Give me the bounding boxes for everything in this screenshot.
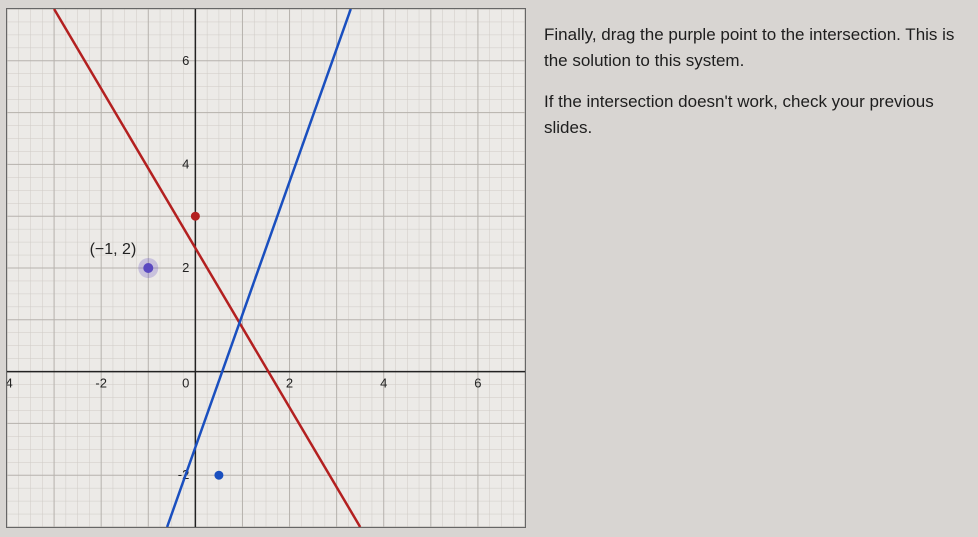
instruction-line-2: If the intersection doesn't work, check …	[544, 89, 964, 140]
purple-point-label: (−1, 2)	[90, 241, 137, 258]
x-tick-label: 2	[286, 376, 293, 391]
x-tick-label: 6	[474, 376, 481, 391]
x-tick-label: 4	[380, 376, 387, 391]
y-tick-label: 6	[182, 53, 189, 68]
x-tick-label: 0	[182, 376, 189, 391]
blue-line-marker	[214, 471, 223, 480]
y-tick-label: 2	[182, 260, 189, 275]
coordinate-graph[interactable]: -4-20246-2246(−1, 2)	[6, 8, 526, 528]
instruction-panel: Finally, drag the purple point to the in…	[526, 0, 978, 537]
x-tick-label: -2	[95, 376, 107, 391]
x-tick-label: -4	[7, 376, 13, 391]
instruction-line-1: Finally, drag the purple point to the in…	[544, 22, 964, 73]
red-line-marker	[191, 212, 200, 221]
y-tick-label: 4	[182, 156, 189, 171]
